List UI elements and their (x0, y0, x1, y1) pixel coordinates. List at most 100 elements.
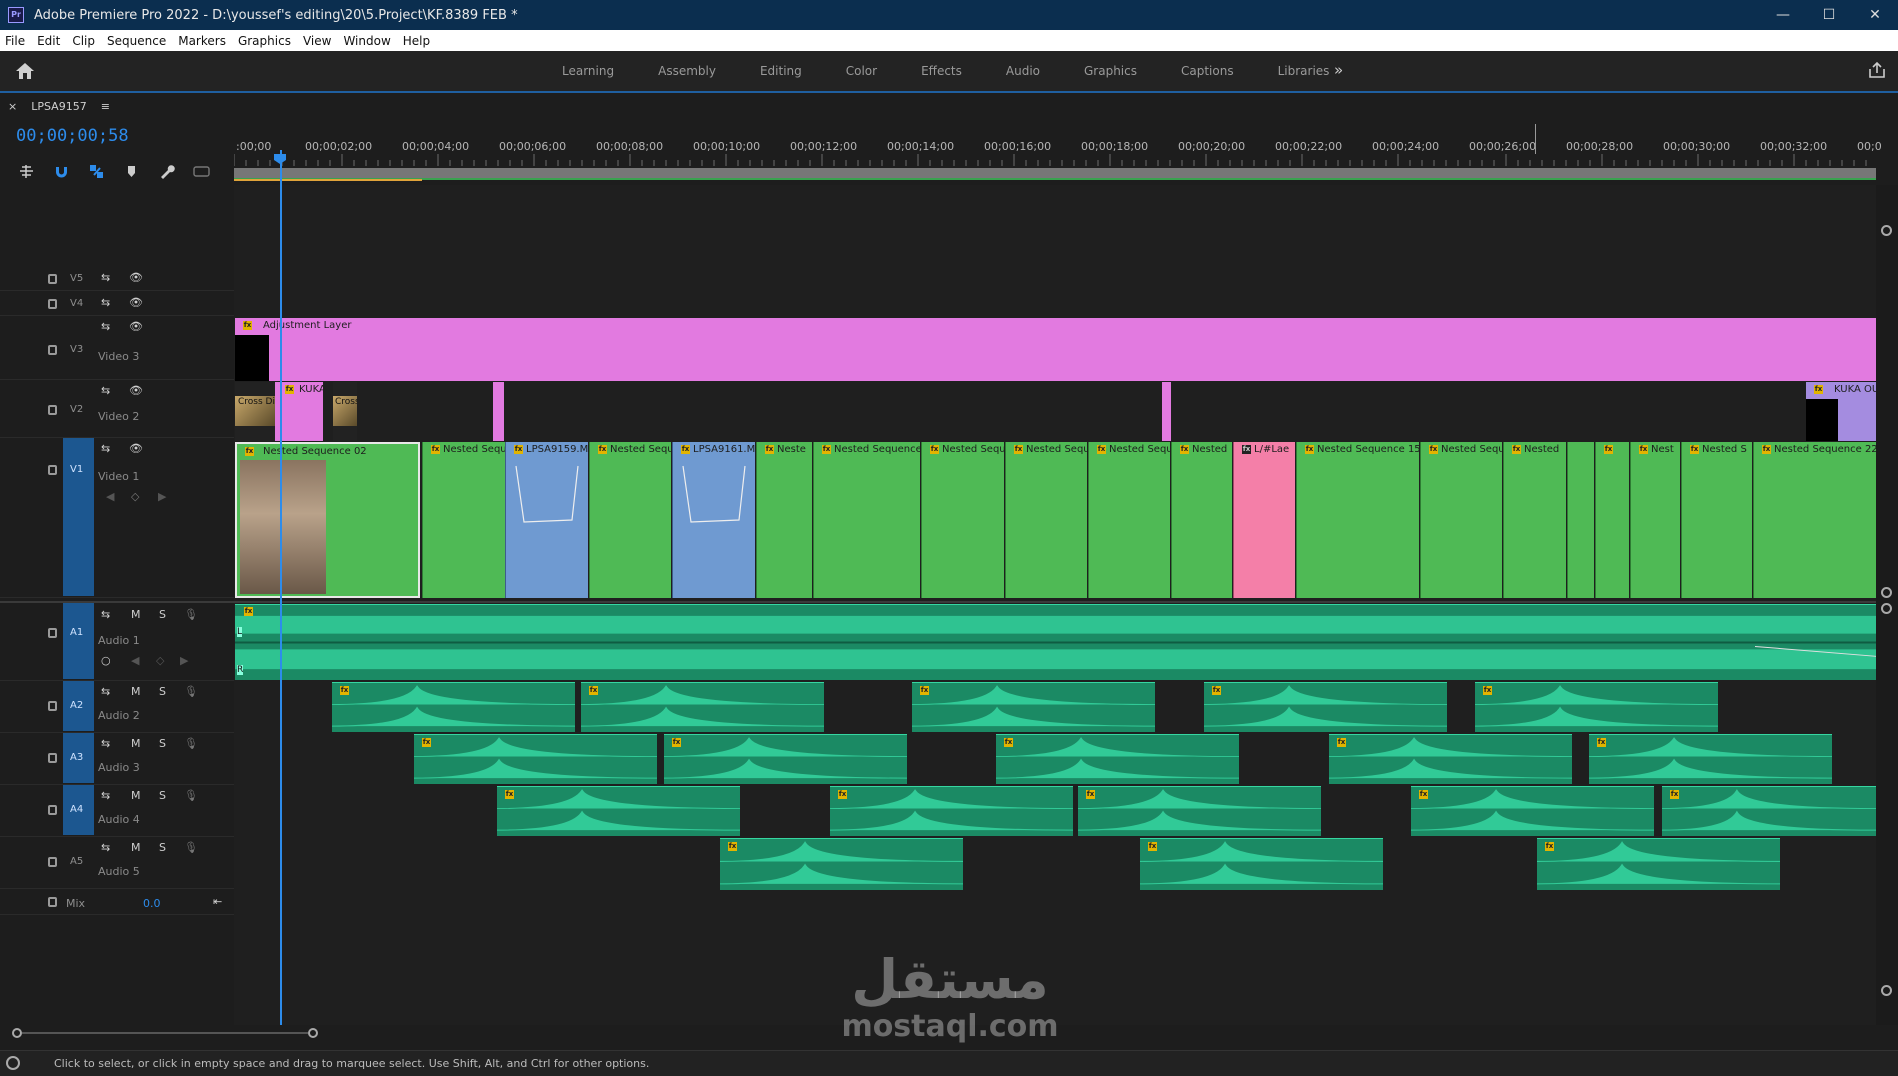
sync-lock-icon[interactable]: ⇆ (101, 685, 110, 698)
audio-clip[interactable]: fx (996, 734, 1239, 784)
video2-clip[interactable] (493, 382, 504, 441)
audio-clip[interactable]: fx (332, 682, 575, 732)
mute-button[interactable]: M (131, 608, 141, 621)
tab-learning[interactable]: Learning (540, 64, 636, 78)
eye-icon[interactable]: 👁 (129, 320, 143, 333)
scroll-handle-bottom[interactable] (1881, 985, 1892, 996)
video2-clip-kuka-out[interactable]: fx KUKA OU (1806, 382, 1876, 441)
video1-clip[interactable]: fx Nested (1171, 442, 1232, 598)
tab-editing[interactable]: Editing (738, 64, 824, 78)
video1-clip[interactable]: fx Nested S (1681, 442, 1752, 598)
work-area-bar[interactable] (234, 168, 1876, 180)
eye-icon[interactable]: 👁 (129, 271, 143, 284)
add-marker-icon[interactable] (123, 163, 140, 180)
audio-clip[interactable]: fx (1078, 786, 1321, 836)
video1-clip[interactable]: fx LPSA9161.M (672, 442, 755, 598)
workspaces-overflow-button[interactable]: » (1334, 61, 1343, 79)
tab-color[interactable]: Color (824, 64, 899, 78)
mute-button[interactable]: M (131, 737, 141, 750)
video1-clip[interactable]: fx L/#Lae (1233, 442, 1295, 598)
lock-icon[interactable] (48, 701, 57, 711)
insert-sequence-nest-icon[interactable] (18, 163, 35, 180)
captions-toggle-icon[interactable] (193, 163, 210, 180)
audio-clip[interactable]: fx (1204, 682, 1447, 732)
solo-button[interactable]: S (159, 841, 166, 854)
lock-icon[interactable] (48, 274, 57, 284)
mute-button[interactable]: M (131, 789, 141, 802)
minimize-button[interactable]: — (1760, 0, 1806, 30)
sync-lock-icon[interactable]: ⇆ (101, 296, 110, 309)
track-target-a1[interactable] (63, 602, 94, 679)
microphone-icon[interactable]: 🎙 (184, 789, 198, 802)
panel-menu-icon[interactable]: ≡ (101, 100, 110, 113)
keyframe-next-icon[interactable]: ▶ (158, 490, 166, 503)
eye-icon[interactable]: 👁 (129, 296, 143, 309)
microphone-icon[interactable]: 🎙 (184, 841, 198, 854)
audio-clip[interactable]: fx (912, 682, 1155, 732)
video1-clip[interactable]: fx Nested Sequ (589, 442, 671, 598)
audio-clip[interactable]: fx (1662, 786, 1876, 836)
eye-icon[interactable]: 👁 (129, 384, 143, 397)
keyframe-prev-icon[interactable]: ◀ (131, 654, 139, 667)
solo-button[interactable]: S (159, 685, 166, 698)
audio-clip[interactable]: fx (1475, 682, 1718, 732)
tab-graphics[interactable]: Graphics (1062, 64, 1159, 78)
video1-clip[interactable]: fx Nested Sequence 1 (813, 442, 920, 598)
audio-clip[interactable]: fx (1140, 838, 1383, 890)
vertical-scrollbar[interactable] (1876, 185, 1898, 1025)
video1-clip[interactable]: fx (1595, 442, 1629, 598)
microphone-icon[interactable]: 🎙 (184, 608, 198, 621)
menu-view[interactable]: View (298, 34, 338, 48)
share-icon[interactable] (1868, 61, 1886, 79)
adjustment-layer-clip[interactable]: fx Adjustment Layer (235, 318, 1876, 381)
solo-button[interactable]: S (159, 608, 166, 621)
status-icon[interactable] (6, 1056, 20, 1070)
audio-clip[interactable]: fx (830, 786, 1073, 836)
menu-edit[interactable]: Edit (32, 34, 67, 48)
menu-markers[interactable]: Markers (173, 34, 233, 48)
zoom-handle-right[interactable] (308, 1028, 318, 1038)
audio1-clip[interactable]: fx L R (235, 604, 1876, 680)
audio-clip[interactable]: fx (1589, 734, 1832, 784)
lock-icon[interactable] (48, 628, 57, 638)
time-ruler[interactable]: :00;00 00;00;02;00 00;00;04;00 00;00;06;… (234, 124, 1882, 184)
video1-clip[interactable]: fx Nested Sequence 22 (1753, 442, 1876, 598)
lock-icon[interactable] (48, 857, 57, 867)
mute-button[interactable]: M (131, 841, 141, 854)
video2-clip-kuka[interactable]: fx KUKA (275, 382, 323, 441)
tab-audio[interactable]: Audio (984, 64, 1062, 78)
video1-clip[interactable]: fx Nested Sequence 15 (1296, 442, 1419, 598)
linked-selection-icon[interactable] (88, 163, 105, 180)
sync-lock-icon[interactable]: ⇆ (101, 841, 110, 854)
video2-clip[interactable] (1162, 382, 1171, 441)
sync-lock-icon[interactable]: ⇆ (101, 320, 110, 333)
audio-clip[interactable]: fx (581, 682, 824, 732)
lock-icon[interactable] (48, 405, 57, 415)
keyframe-prev-icon[interactable]: ◀ (106, 490, 114, 503)
close-button[interactable]: ✕ (1852, 0, 1898, 30)
sync-lock-icon[interactable]: ⇆ (101, 737, 110, 750)
keyframe-add-icon[interactable]: ◇ (131, 490, 139, 503)
sync-lock-icon[interactable]: ⇆ (101, 442, 110, 455)
eye-icon[interactable]: 👁 (129, 442, 143, 455)
video1-clip[interactable]: fx Neste (756, 442, 812, 598)
video1-clip[interactable]: fx LPSA9159.M (505, 442, 588, 598)
cross-dissolve-transition[interactable]: Cross Dis (235, 396, 275, 426)
solo-button[interactable]: S (159, 789, 166, 802)
maximize-button[interactable]: ☐ (1806, 0, 1852, 30)
microphone-icon[interactable]: 🎙 (184, 737, 198, 750)
microphone-icon[interactable]: 🎙 (184, 685, 198, 698)
track-target-v1[interactable] (63, 438, 94, 596)
scroll-handle-video[interactable] (1881, 587, 1892, 598)
timeline-settings-wrench-icon[interactable] (158, 163, 175, 180)
video1-clip[interactable]: fx Nest (1630, 442, 1680, 598)
sync-lock-icon[interactable]: ⇆ (101, 789, 110, 802)
video2-clip[interactable]: Cross (333, 382, 357, 441)
sync-lock-icon[interactable]: ⇆ (101, 384, 110, 397)
scroll-handle-top[interactable] (1881, 225, 1892, 236)
lock-icon[interactable] (48, 897, 57, 907)
lock-icon[interactable] (48, 345, 57, 355)
video1-clip[interactable]: fx Nested Sequ (1005, 442, 1087, 598)
tab-effects[interactable]: Effects (899, 64, 984, 78)
audio-clip[interactable]: fx (1329, 734, 1572, 784)
